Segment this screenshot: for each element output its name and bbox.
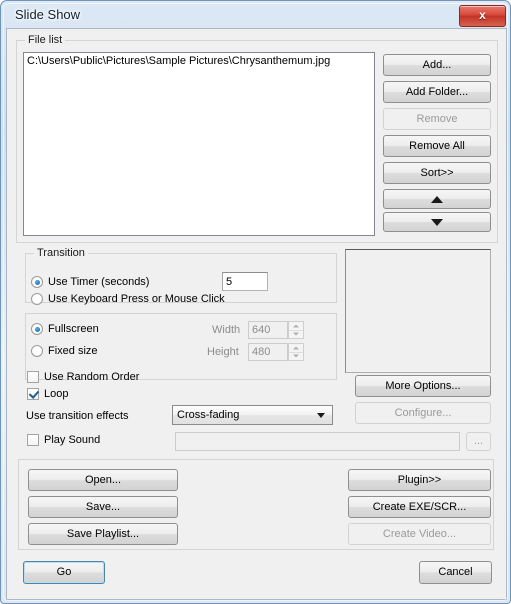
arrow-down-icon [431,218,443,226]
radio-fixed-size-label: Fixed size [48,345,98,357]
height-stepper [288,343,304,361]
checkbox-box-icon [27,434,39,446]
width-stepper-down [289,329,303,339]
sort-button[interactable]: Sort>> [383,162,491,184]
close-button[interactable]: x [459,5,506,27]
transition-effect-select[interactable]: Cross-fading [172,405,333,425]
radio-dot-icon [31,276,43,288]
width-label: Width [212,324,241,336]
arrow-up-icon [431,195,443,203]
browse-sound-button: ... [466,432,491,451]
checkbox-play-sound-label: Play Sound [44,434,101,446]
configure-button: Configure... [355,402,491,424]
radio-dot-icon [31,293,43,305]
remove-all-button[interactable]: Remove All [383,135,491,157]
move-up-button[interactable] [383,189,491,209]
height-input: 480 [248,343,288,361]
close-icon: x [479,8,486,22]
create-video-button: Create Video... [348,523,491,545]
save-button[interactable]: Save... [28,496,178,518]
list-item[interactable]: C:\Users\Public\Pictures\Sample Pictures… [24,53,374,67]
radio-fullscreen-label: Fullscreen [48,323,99,335]
width-stepper-up [289,322,303,330]
radio-dot-icon [31,345,43,357]
height-stepper-up [289,344,303,352]
preview-pane [345,249,491,373]
add-folder-button[interactable]: Add Folder... [383,81,491,103]
checkbox-use-random-order[interactable]: Use Random Order [27,371,139,383]
checkbox-loop-label: Loop [44,388,69,400]
arrow-down-icon [293,354,299,358]
arrow-up-icon [293,346,299,350]
save-playlist-button[interactable]: Save Playlist... [28,523,178,545]
checkbox-use-random-order-label: Use Random Order [44,371,140,383]
radio-dot-icon [31,323,43,335]
window-title: Slide Show [15,7,81,22]
go-button[interactable]: Go [23,561,105,584]
add-button[interactable]: Add... [383,54,491,76]
radio-use-timer[interactable]: Use Timer (seconds) [31,276,149,288]
radio-use-keyboard[interactable]: Use Keyboard Press or Mouse Click [31,293,225,305]
arrow-down-icon [293,332,299,336]
file-list-box[interactable]: C:\Users\Public\Pictures\Sample Pictures… [23,52,375,236]
chevron-down-icon [317,413,325,418]
file-list-legend: File list [25,34,66,46]
remove-button: Remove [383,108,491,130]
height-label: Height [207,346,239,358]
sound-path-input [175,432,460,451]
checkbox-box-icon [27,371,39,383]
cancel-button[interactable]: Cancel [419,561,492,584]
width-stepper [288,321,304,339]
move-down-button[interactable] [383,212,491,232]
radio-use-keyboard-label: Use Keyboard Press or Mouse Click [48,293,225,305]
transition-effect-value: Cross-fading [177,409,240,421]
plugin-button[interactable]: Plugin>> [348,469,491,491]
checkbox-box-icon [27,388,39,400]
checkbox-play-sound[interactable]: Play Sound [27,434,100,446]
transition-legend: Transition [34,247,88,259]
create-exe-scr-button[interactable]: Create EXE/SCR... [348,496,491,518]
radio-use-timer-label: Use Timer (seconds) [48,276,150,288]
arrow-up-icon [293,324,299,328]
dialog-window: Slide Show x File list C:\Users\Public\P… [0,0,511,604]
timer-seconds-input[interactable]: 5 [222,272,268,291]
width-input: 640 [248,321,288,339]
radio-fullscreen[interactable]: Fullscreen [31,323,99,335]
transition-effects-label: Use transition effects [26,410,129,422]
open-button[interactable]: Open... [28,469,178,491]
height-stepper-down [289,351,303,361]
checkbox-loop[interactable]: Loop [27,388,68,400]
more-options-button[interactable]: More Options... [355,375,491,397]
title-bar: Slide Show x [1,1,510,31]
dialog-client-area: File list C:\Users\Public\Pictures\Sampl… [6,28,507,600]
radio-fixed-size[interactable]: Fixed size [31,345,98,357]
